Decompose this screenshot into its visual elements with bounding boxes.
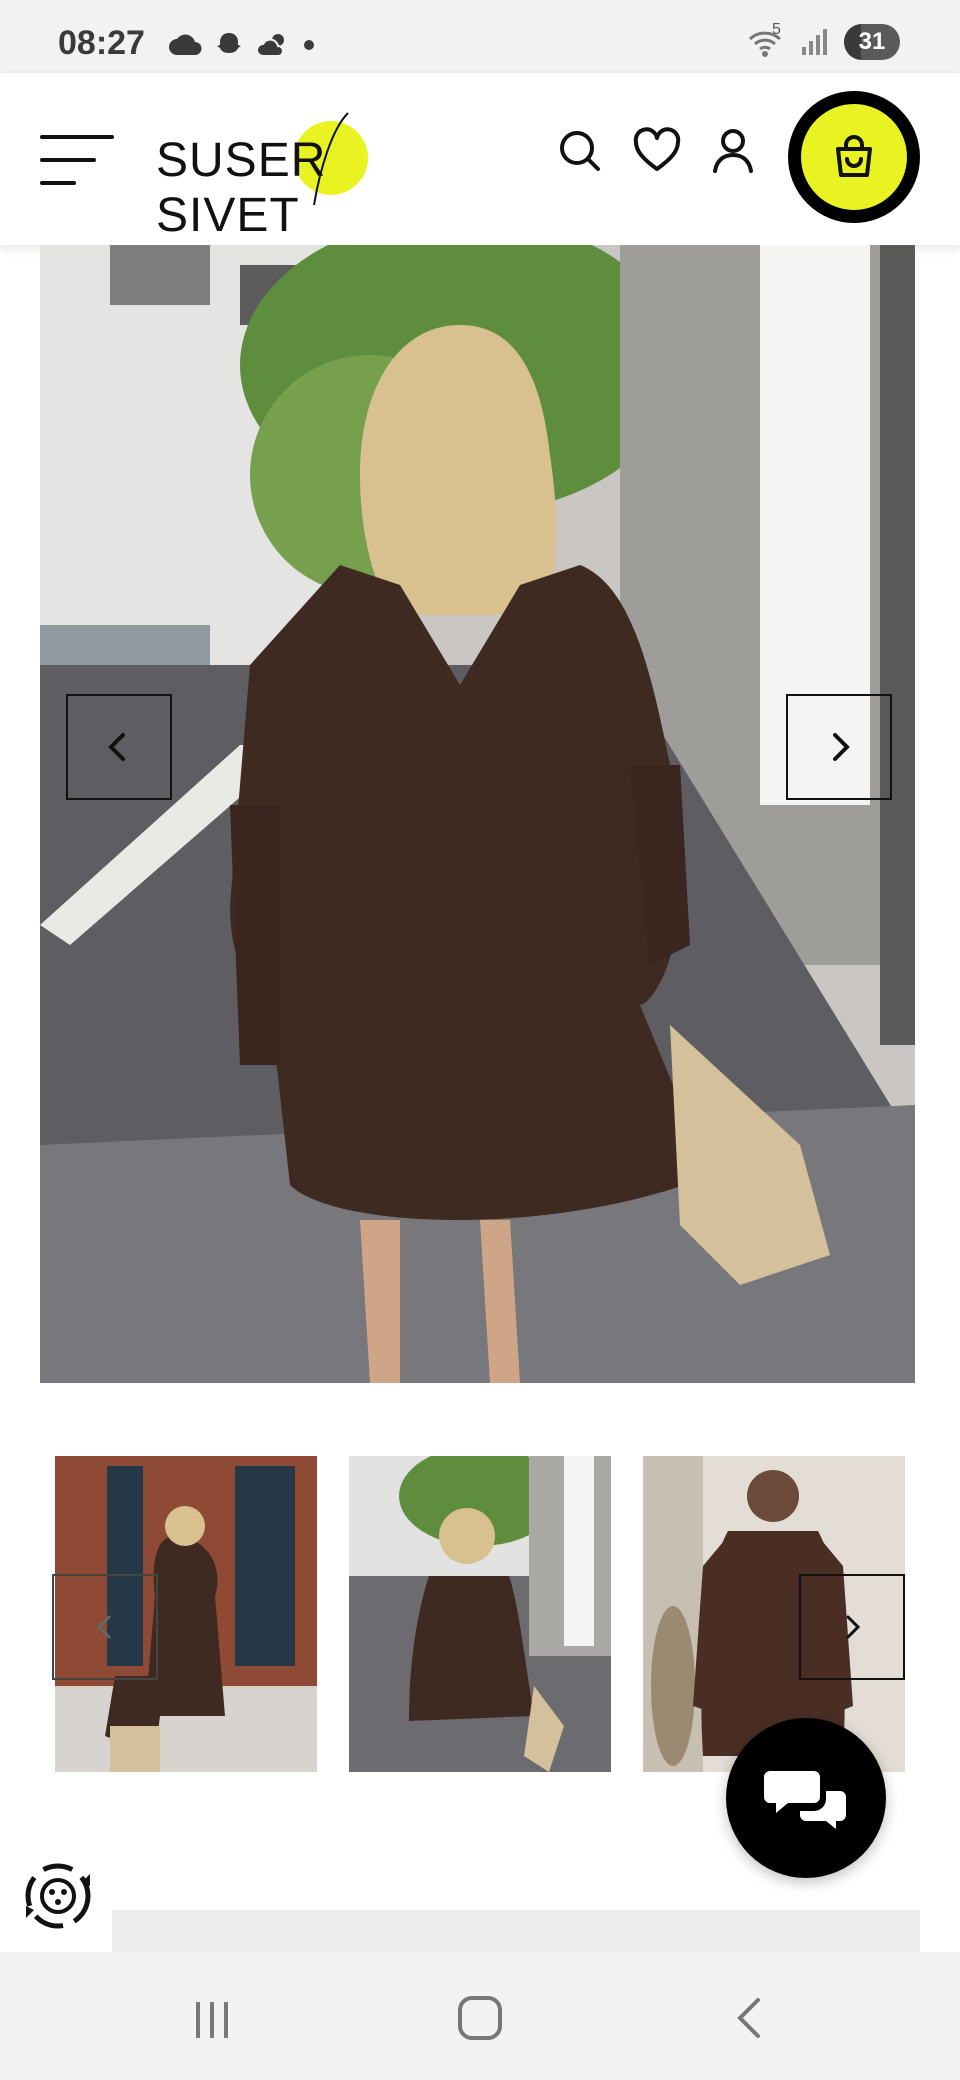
brand-logo[interactable]: SUSERSIVET [156,109,426,242]
notification-icons [168,30,316,60]
battery-indicator: 31 [844,24,900,60]
wifi-label: 5 [772,21,781,38]
chat-button[interactable] [726,1718,886,1878]
recent-apps-icon[interactable] [180,1986,244,2050]
heart-icon[interactable] [633,127,681,175]
next-image-button[interactable] [786,694,892,800]
wifi-icon: 5 [746,21,786,59]
brand-name-left: SUSER [156,134,327,187]
snapchat-icon [217,33,241,53]
accessibility-button[interactable] [18,1856,98,1936]
prev-image-button[interactable] [66,694,172,800]
back-view-thumbnail[interactable] [349,1456,611,1772]
cloud-icon [169,34,202,55]
chevron-right-icon [846,1615,861,1639]
dot-icon [304,40,314,50]
cart-button[interactable] [788,91,920,223]
accessibility-icon [25,1863,91,1929]
brand-name-right: SIVET [156,189,300,242]
user-icon[interactable] [709,127,757,175]
thumbnail-prev-button[interactable] [52,1574,158,1680]
product-main-image[interactable] [40,245,915,1383]
search-icon[interactable] [556,127,604,175]
weather-icon [256,34,284,57]
status-time: 08:27 [58,24,145,62]
thumbnail-next-button[interactable] [799,1574,905,1680]
back-icon[interactable] [718,1986,782,2050]
signal-icon [802,29,827,55]
chat-bubbles-icon [764,1771,846,1829]
status-bar: 08:27 5 31 [0,0,960,73]
system-nav-bar [0,1952,960,2080]
chevron-left-icon [108,733,125,761]
bag-icon [836,135,872,177]
menu-icon[interactable] [40,131,116,189]
woman-in-brown-dress-back-view [40,245,915,1383]
chevron-left-icon [96,1615,111,1639]
home-icon[interactable] [448,1986,512,2050]
content-placeholder-bar [112,1910,920,1952]
battery-level: 31 [858,28,886,55]
site-header: SUSERSIVET [0,73,960,245]
chevron-right-icon [833,733,850,761]
